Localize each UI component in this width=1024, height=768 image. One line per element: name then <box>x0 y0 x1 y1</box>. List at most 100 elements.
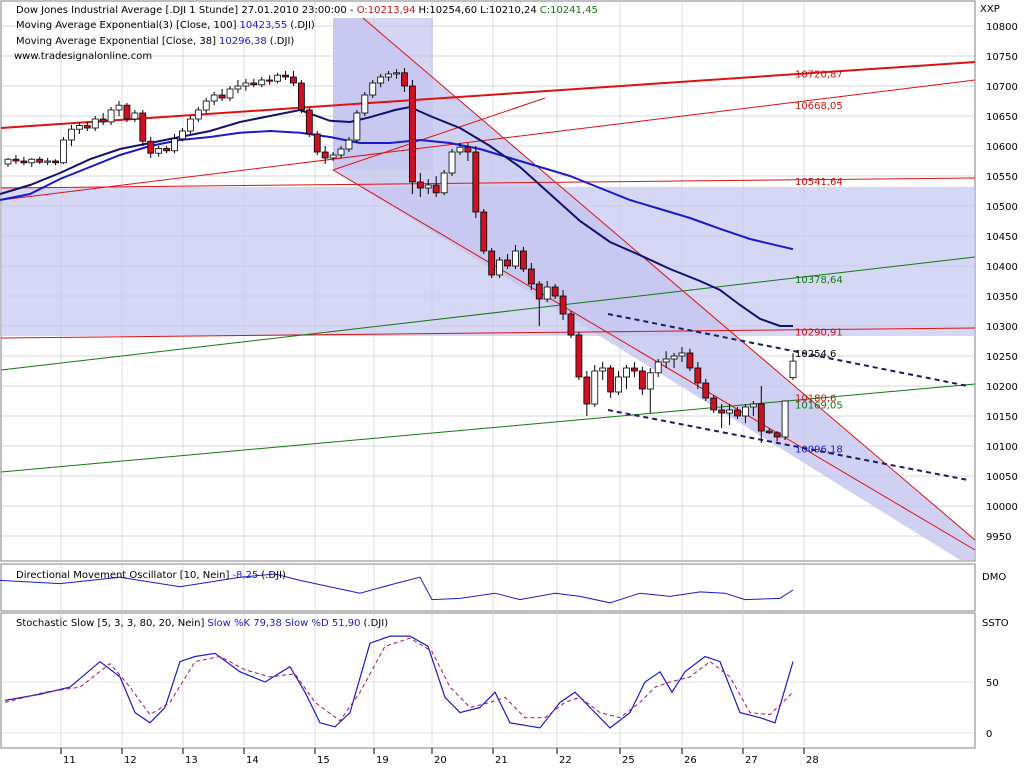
candle-body-up <box>76 126 82 130</box>
header-line-1: Dow Jones Industrial Average [.DJI 1 Stu… <box>16 5 598 16</box>
candle-body-down <box>631 368 637 371</box>
chart-canvas: 1080010750107001065010600105501050010450… <box>0 0 1024 768</box>
candle-body-down <box>711 398 717 410</box>
ssto-tick-0: 0 <box>986 729 992 740</box>
candle-body-down <box>219 95 225 98</box>
candle-body-up <box>116 105 122 110</box>
ssto-k-label: Slow %K 79,38 <box>207 618 281 629</box>
candle-body-down <box>433 185 439 193</box>
line-value-label: 10720,87 <box>795 69 843 80</box>
candle-body-down <box>639 371 645 389</box>
candle-body-down <box>552 287 558 296</box>
dmo-axis-label: DMO <box>982 572 1006 583</box>
candle <box>481 209 487 254</box>
candle <box>370 80 376 98</box>
dmo-title-suffix: (.DJI) <box>261 570 286 581</box>
time-tick-label: 28 <box>806 755 819 766</box>
candle-body-up <box>544 287 550 299</box>
candle-body-up <box>370 83 376 95</box>
price-tick-label: 10300 <box>986 322 1018 333</box>
candle-body-down <box>695 368 701 383</box>
candle-body-down <box>703 383 709 398</box>
candle-body-down <box>505 260 511 266</box>
candle-body-up <box>449 152 455 173</box>
xxp-label: XXP <box>980 4 1000 15</box>
candle-body-up <box>457 147 463 152</box>
candle-body-down <box>148 141 154 153</box>
ssto-title-prefix: Stochastic Slow [5, 3, 3, 80, 20, Nein] <box>16 618 205 629</box>
line-value-label: 10290,91 <box>795 327 843 338</box>
candle-body-down <box>576 335 582 377</box>
price-tick-label: 9950 <box>986 532 1011 543</box>
candle-body-up <box>132 113 138 119</box>
candle <box>61 137 67 164</box>
candle-body-down <box>536 284 542 299</box>
candle <box>187 116 193 134</box>
candle-body-down <box>290 77 296 83</box>
time-tick-label: 20 <box>434 755 447 766</box>
candle-body-up <box>394 73 400 74</box>
candle-body-up <box>45 161 51 162</box>
ema100-suffix: (.DJI) <box>290 20 315 31</box>
candle-body-up <box>655 362 661 373</box>
candle-body-down <box>528 269 534 284</box>
price-tick-label: 10050 <box>986 472 1018 483</box>
line-value-label: 10378,64 <box>795 275 843 286</box>
line-value-label: 10541,64 <box>795 177 843 188</box>
time-tick-label: 21 <box>495 755 508 766</box>
candle <box>489 248 495 278</box>
candle <box>473 146 479 218</box>
candle-body-up <box>386 74 392 77</box>
candle <box>711 395 717 413</box>
price-tick-label: 10450 <box>986 232 1018 243</box>
candle-body-down <box>417 182 423 188</box>
header-line-4: www.tradesignalonline.com <box>14 51 152 62</box>
price-tick-label: 10100 <box>986 442 1018 453</box>
candle-body-up <box>742 407 748 416</box>
candle-body-up <box>790 361 796 378</box>
line-value-label: 10169,05 <box>795 401 843 412</box>
time-tick-label: 15 <box>317 755 330 766</box>
price-tick-label: 10700 <box>986 82 1018 93</box>
candle-body-up <box>647 373 653 389</box>
candle-body-up <box>156 148 162 153</box>
candle-body-down <box>124 105 130 119</box>
candle-body-down <box>21 161 27 163</box>
candle <box>362 92 368 116</box>
candle-body-down <box>560 296 566 314</box>
candle-body-down <box>298 83 304 110</box>
candle-body-down <box>164 148 170 150</box>
time-tick-label: 27 <box>745 755 758 766</box>
header-line-2: Moving Average Exponential(3) [Close, 10… <box>16 20 315 31</box>
candle-body-down <box>37 159 43 162</box>
candle-body-up <box>179 131 185 139</box>
candle-body-down <box>140 113 146 141</box>
candle <box>298 80 304 113</box>
candle-body-down <box>465 147 471 152</box>
ema100-prefix: Moving Average Exponential(3) [Close, 10… <box>16 20 237 31</box>
candle <box>592 365 598 407</box>
candle-body-up <box>378 77 384 83</box>
candle-body-up <box>362 95 368 113</box>
candle-body-down <box>608 368 614 392</box>
time-tick-label: 22 <box>559 755 572 766</box>
candle-body-up <box>29 159 35 163</box>
candle-body-up <box>782 401 788 437</box>
candle <box>782 401 788 440</box>
candle-body-up <box>354 113 360 140</box>
time-tick-label: 13 <box>185 755 198 766</box>
ssto-panel <box>1 613 975 748</box>
ssto-title: Stochastic Slow [5, 3, 3, 80, 20, Nein]S… <box>16 618 388 629</box>
candle-body-up <box>211 95 217 101</box>
header-line-1-prefix: Dow Jones Industrial Average [.DJI 1 Stu… <box>16 5 357 16</box>
candle <box>449 149 455 176</box>
candle-body-up <box>203 101 209 110</box>
price-tick-label: 10000 <box>986 502 1018 513</box>
price-tick-label: 10200 <box>986 382 1018 393</box>
candle-body-up <box>425 185 431 188</box>
ema38-value: 10296,38 <box>219 36 267 47</box>
candle <box>108 107 114 125</box>
candle-body-down <box>758 404 764 431</box>
candle-body-down <box>687 353 693 368</box>
price-tick-label: 10750 <box>986 52 1018 63</box>
